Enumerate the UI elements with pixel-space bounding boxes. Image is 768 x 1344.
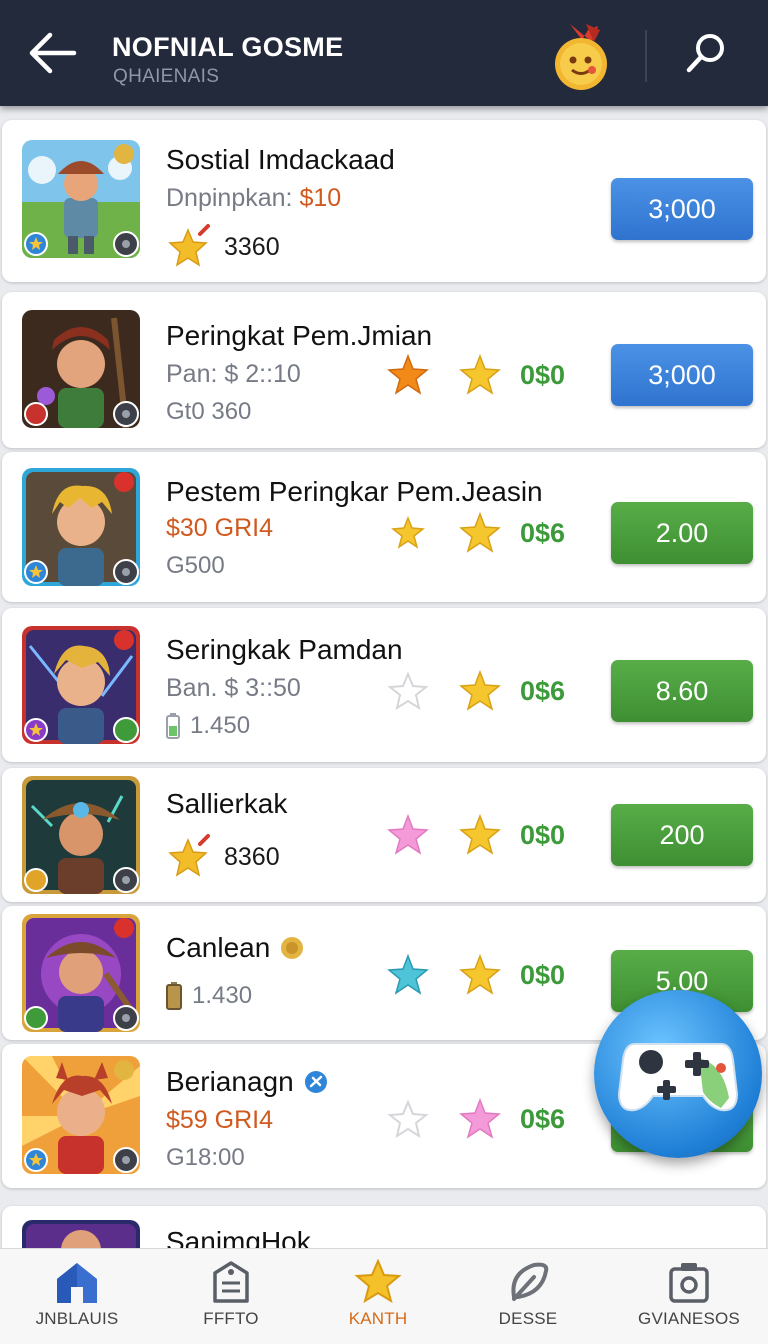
- item-price: Dnpinpkan: $10: [166, 184, 341, 213]
- item-avatar: [22, 776, 140, 894]
- item-count-row: 3360: [166, 224, 280, 270]
- item-price: Pan: $ 2::10: [166, 360, 301, 388]
- gamepad-fab-button[interactable]: [594, 990, 762, 1158]
- star-gold-icon: [459, 813, 501, 855]
- item-price: $30 GRI4: [166, 514, 274, 542]
- item-price: $59 GRI4: [166, 1106, 274, 1134]
- item-avatar: [22, 914, 140, 1032]
- action-button[interactable]: 3;000: [611, 344, 753, 406]
- nav-label: DESSE: [498, 1309, 558, 1328]
- leaf-icon: [511, 1262, 549, 1301]
- verified-icon: [304, 1071, 327, 1093]
- list-item[interactable]: SanimgHok: [2, 1206, 766, 1248]
- item-detail: G500: [166, 552, 225, 579]
- action-button[interactable]: 2.00: [611, 502, 753, 564]
- bottom-navigation: JNBLAUIS FFFTO KANTH DESSE GVIANESOS: [0, 1248, 768, 1344]
- star-gold-icon: [459, 953, 501, 995]
- star-gold-icon: [459, 511, 501, 553]
- action-button[interactable]: 8.60: [611, 660, 753, 722]
- nav-item-star[interactable]: KANTH: [301, 1249, 455, 1344]
- camera-icon: [669, 1263, 709, 1303]
- item-score: 0$0: [520, 360, 566, 390]
- search-button[interactable]: [682, 30, 730, 78]
- back-button[interactable]: [26, 30, 78, 76]
- page-title: NOFNIAL GOSME: [112, 32, 344, 62]
- item-detail: 1.450: [190, 712, 251, 739]
- item-name: Sostial Imdackaad: [166, 144, 395, 175]
- item-name: Peringkat Pem.Jmian: [166, 320, 433, 351]
- item-detail-row: 1.430: [166, 982, 252, 1010]
- star-gold-icon: [459, 669, 501, 711]
- item-avatar: [22, 1220, 140, 1248]
- battery-icon: [166, 713, 180, 739]
- list-item[interactable]: Sallierkak 8360 0$0 200: [2, 768, 766, 902]
- star-teal-icon: [387, 953, 429, 995]
- price-value: $10: [299, 184, 342, 212]
- item-avatar: [22, 468, 140, 586]
- item-avatar: [22, 310, 140, 428]
- gamepad-icon: [617, 1043, 739, 1112]
- item-detail: Gt0 360: [166, 398, 252, 425]
- item-score: 0$0: [520, 960, 566, 990]
- medal-icon[interactable]: [548, 20, 614, 92]
- nav-item-camera[interactable]: GVIANESOS: [612, 1249, 766, 1344]
- item-detail-row: 1.450: [166, 712, 250, 740]
- item-name: SanimgHok: [166, 1226, 311, 1248]
- item-name: Seringkak Pamdan: [166, 634, 403, 665]
- nav-label: KANTH: [348, 1309, 408, 1328]
- item-name: Berianagn: [166, 1066, 294, 1097]
- list-item[interactable]: Sostial Imdackaad Dnpinpkan: $10 3360 3;…: [2, 120, 766, 282]
- nav-label: GVIANESOS: [638, 1309, 740, 1328]
- item-name-row: Canlean: [166, 932, 304, 964]
- star-gold-icon: [459, 353, 501, 395]
- star-outline-icon: [387, 671, 429, 711]
- nav-item-tag[interactable]: FFFTO: [154, 1249, 308, 1344]
- star-icon: [354, 1259, 402, 1304]
- item-name: Canlean: [166, 932, 271, 963]
- item-score: 0$6: [520, 518, 566, 548]
- item-score: 0$6: [520, 676, 566, 706]
- star-small-icon: [391, 515, 425, 549]
- item-avatar: [22, 140, 140, 258]
- item-avatar: [22, 626, 140, 744]
- battery-icon: [166, 982, 182, 1010]
- nav-item-home[interactable]: JNBLAUIS: [0, 1249, 154, 1344]
- list-item[interactable]: Peringkat Pem.Jmian Pan: $ 2::10 Gt0 360…: [2, 292, 766, 448]
- coin-icon: [281, 937, 304, 959]
- page-subtitle: QHAIENAIS: [113, 66, 220, 87]
- nav-label: JNBLAUIS: [35, 1309, 119, 1328]
- action-button[interactable]: 3;000: [611, 178, 753, 240]
- item-count: 3360: [224, 232, 280, 261]
- nav-label: FFFTO: [203, 1309, 259, 1328]
- item-count: 8360: [224, 842, 280, 871]
- app-header: NOFNIAL GOSME QHAIENAIS: [0, 0, 768, 106]
- item-avatar: [22, 1056, 140, 1174]
- price-label: Dnpinpkan:: [166, 184, 293, 212]
- item-name: Pestem Peringkar Pem.Jeasin: [166, 476, 543, 507]
- star-icon: [168, 224, 210, 267]
- item-price: Ban. $ 3::50: [166, 674, 301, 702]
- star-pink-icon: [387, 813, 429, 855]
- item-score: 0$6: [520, 1104, 566, 1134]
- item-score: 0$0: [520, 820, 566, 850]
- home-icon: [57, 1263, 97, 1303]
- item-count-row: 8360: [166, 834, 280, 880]
- item-detail: 1.430: [192, 982, 253, 1009]
- star-pink-icon: [459, 1097, 501, 1139]
- item-detail: G18:00: [166, 1144, 245, 1171]
- nav-item-leaf[interactable]: DESSE: [451, 1249, 605, 1344]
- tag-icon: [213, 1261, 249, 1303]
- star-orange-icon: [387, 353, 429, 395]
- star-outline-icon: [387, 1099, 429, 1139]
- list-item[interactable]: Pestem Peringkar Pem.Jeasin $30 GRI4 G50…: [2, 452, 766, 602]
- arrow-left-icon: [29, 32, 77, 74]
- star-icon: [168, 834, 210, 877]
- header-divider: [645, 30, 647, 82]
- action-button[interactable]: 200: [611, 804, 753, 866]
- list-item[interactable]: Seringkak Pamdan Ban. $ 3::50 1.450 0$6 …: [2, 608, 766, 762]
- item-name-row: Berianagn: [166, 1066, 328, 1098]
- item-name: Sallierkak: [166, 788, 288, 819]
- search-icon: [686, 34, 724, 73]
